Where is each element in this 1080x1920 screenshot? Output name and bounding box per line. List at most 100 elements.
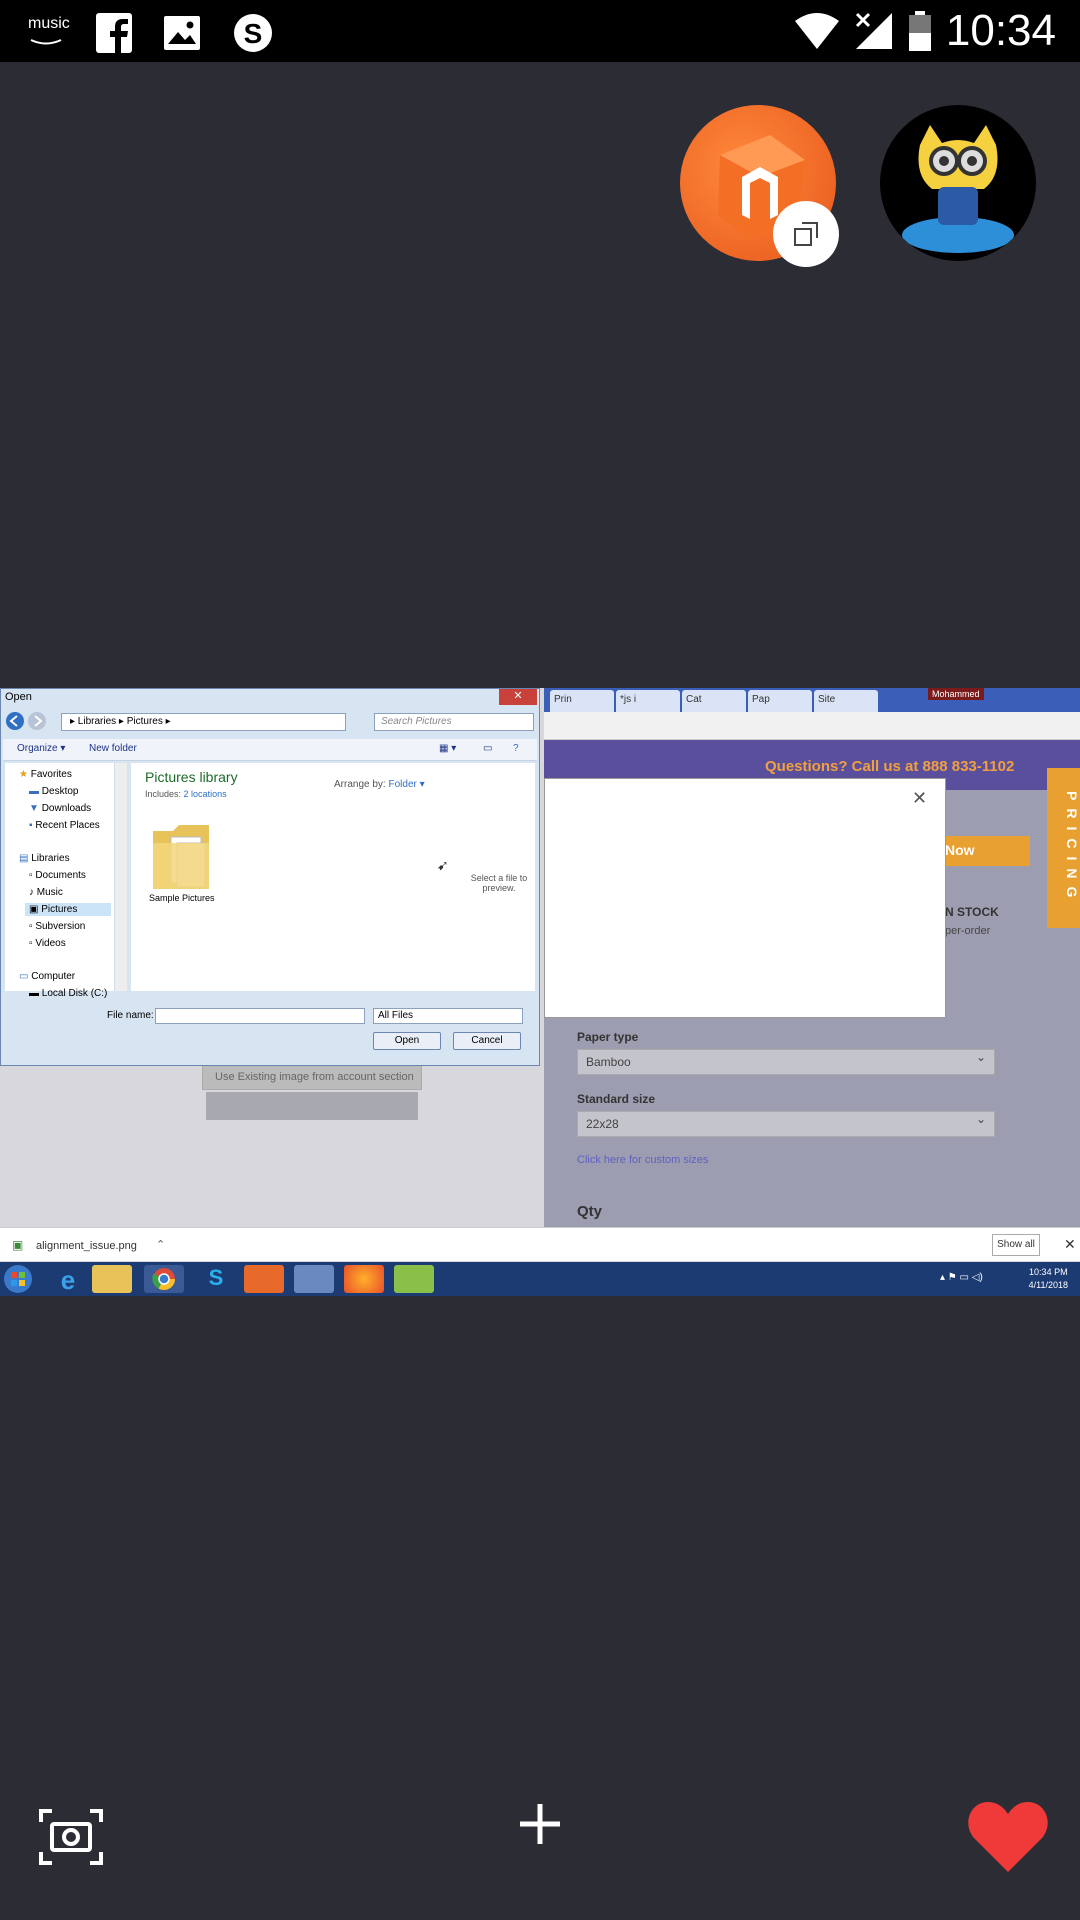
arrange-by-dropdown[interactable]: Folder ▾ (388, 779, 424, 790)
pip-badge[interactable] (773, 201, 839, 267)
upload-area[interactable] (206, 1092, 418, 1120)
add-icon[interactable] (518, 1802, 562, 1846)
nav-videos[interactable]: ▫ Videos (29, 938, 66, 949)
file-name-input[interactable] (155, 1008, 365, 1024)
custom-sizes-link[interactable]: Click here for custom sizes (577, 1154, 708, 1166)
nav-pictures[interactable]: ▣ Pictures (25, 903, 111, 916)
nav-local-disk[interactable]: ▬ Local Disk (C:) (29, 988, 107, 999)
qty-label: Qty (577, 1203, 603, 1220)
chevron-up-icon[interactable]: ⌃ (156, 1238, 165, 1251)
folder-label[interactable]: Sample Pictures (149, 893, 215, 903)
music-icon: ♪ (29, 887, 34, 898)
forward-icon[interactable] (27, 711, 47, 731)
buy-now-button[interactable]: Now (945, 836, 1030, 866)
close-icon[interactable]: ✕ (1064, 1236, 1076, 1253)
nav-documents[interactable]: ▫ Documents (29, 870, 86, 881)
back-icon[interactable] (5, 711, 25, 731)
download-item[interactable]: alignment_issue.png (36, 1240, 137, 1252)
browser-tab[interactable]: Pap (748, 690, 812, 712)
browser-tab[interactable]: *js i (616, 690, 680, 712)
locations-link[interactable]: 2 locations (184, 789, 227, 799)
help-icon[interactable]: ? (513, 743, 519, 754)
browser-tab[interactable]: Site (814, 690, 878, 712)
in-stock-text: N STOCK (945, 905, 999, 919)
dialog-close-button[interactable]: ✕ (499, 689, 537, 705)
documents-icon: ▫ (29, 870, 33, 881)
open-button[interactable]: Open (373, 1032, 441, 1050)
computer-icon: ▭ (19, 971, 29, 982)
svg-text:S: S (244, 18, 263, 49)
downloads-icon: ▼ (29, 803, 39, 814)
address-bar[interactable] (544, 712, 1080, 740)
nav-recent-places[interactable]: ▪ Recent Places (29, 820, 100, 831)
gallery-icon (164, 16, 200, 50)
cancel-button[interactable]: Cancel (453, 1032, 521, 1050)
nav-downloads[interactable]: ▼ Downloads (29, 803, 91, 814)
library-title: Pictures library (145, 769, 238, 785)
octocat-avatar[interactable] (880, 105, 1036, 261)
status-bar: music S 10:34 (0, 0, 1080, 62)
pricing-tab[interactable]: PRICING (1047, 768, 1080, 928)
chrome-icon[interactable] (144, 1265, 184, 1293)
use-existing-image-button[interactable]: Use Existing image from account section (202, 1064, 422, 1090)
image-file-icon: ▣ (12, 1238, 24, 1252)
nav-music[interactable]: ♪ Music (29, 887, 63, 898)
site-phone: Questions? Call us at 888 833-1102 (765, 758, 1015, 775)
organize-button[interactable]: Organize ▾ (17, 743, 65, 754)
skype-taskbar-icon[interactable]: S (196, 1265, 236, 1293)
show-all-button[interactable]: Show all (992, 1234, 1040, 1256)
disk-icon: ▬ (29, 988, 39, 999)
clock: 10:34 (945, 6, 1056, 55)
heart-icon[interactable] (966, 1800, 1050, 1874)
firefox-icon[interactable] (344, 1265, 384, 1293)
nav-libraries[interactable]: ▤ Libraries (19, 853, 70, 864)
browser-tab[interactable]: Prin (550, 690, 614, 712)
ie-icon[interactable]: e (48, 1265, 88, 1295)
close-icon[interactable]: ✕ (912, 788, 927, 809)
site-modal (544, 778, 946, 1018)
windows-taskbar: e S ▴ ⚑ ▭ ◁) 10:34 PM 4/11/2018 (0, 1262, 1080, 1296)
wifi-icon (794, 13, 839, 49)
octocat-minion-icon (902, 125, 1014, 253)
amazon-music-icon: music (28, 15, 70, 51)
explorer-icon[interactable] (92, 1265, 132, 1293)
standard-size-select[interactable]: 22x28 (577, 1111, 995, 1137)
download-bar: ▣ alignment_issue.png ⌃ Show all ✕ (0, 1227, 1080, 1261)
windows-start-icon[interactable] (2, 1263, 34, 1295)
new-folder-button[interactable]: New folder (89, 743, 137, 754)
recent-icon: ▪ (29, 820, 33, 831)
nav-computer[interactable]: ▭ Computer (19, 971, 75, 982)
library-icon: ▤ (19, 853, 29, 864)
signal-icon (855, 12, 892, 49)
pictures-icon: ▣ (29, 904, 39, 915)
nav-scrollbar[interactable] (115, 763, 127, 991)
file-type-select[interactable]: All Files (373, 1008, 523, 1024)
paper-type-select[interactable]: Bamboo (577, 1049, 995, 1075)
tray-icons[interactable]: ▴ ⚑ ▭ ◁) (940, 1272, 983, 1283)
xampp-icon[interactable] (244, 1265, 284, 1293)
folder-icon[interactable] (151, 817, 211, 893)
preview-pane: Select a file to preview. (463, 763, 535, 991)
nav-desktop[interactable]: ▬ Desktop (29, 786, 78, 797)
arrange-by: Arrange by: Folder ▾ (334, 779, 425, 790)
image-viewer-icon[interactable] (394, 1265, 434, 1293)
videos-icon: ▫ (29, 938, 33, 949)
standard-size-label: Standard size (577, 1092, 656, 1106)
nav-favorites[interactable]: ★ Favorites (19, 769, 72, 780)
preview-pane-icon[interactable]: ▭ (483, 743, 492, 754)
view-icon[interactable]: ▦ ▾ (439, 743, 456, 754)
screenshot-icon[interactable] (38, 1808, 104, 1866)
file-name-label: File name: (107, 1010, 154, 1021)
nav-subversion[interactable]: ▫ Subversion (29, 921, 85, 932)
search-input[interactable]: Search Pictures (374, 713, 534, 731)
browser-profile[interactable]: Mohammed (928, 688, 984, 700)
breadcrumb[interactable]: ▸ Libraries ▸ Pictures ▸ (61, 713, 346, 731)
open-file-dialog: Open ✕ ▸ Libraries ▸ Pictures ▸ Search P… (0, 688, 540, 1066)
desktop-screenshot: Prin *js i Cat Pap Site Mohammed Questio… (0, 688, 1080, 1296)
subversion-icon: ▫ (29, 921, 33, 932)
app-icon[interactable] (294, 1265, 334, 1293)
battery-icon (908, 11, 931, 51)
desktop-icon: ▬ (29, 786, 39, 797)
browser-tab[interactable]: Cat (682, 690, 746, 712)
system-clock[interactable]: 10:34 PM 4/11/2018 (1029, 1266, 1068, 1292)
